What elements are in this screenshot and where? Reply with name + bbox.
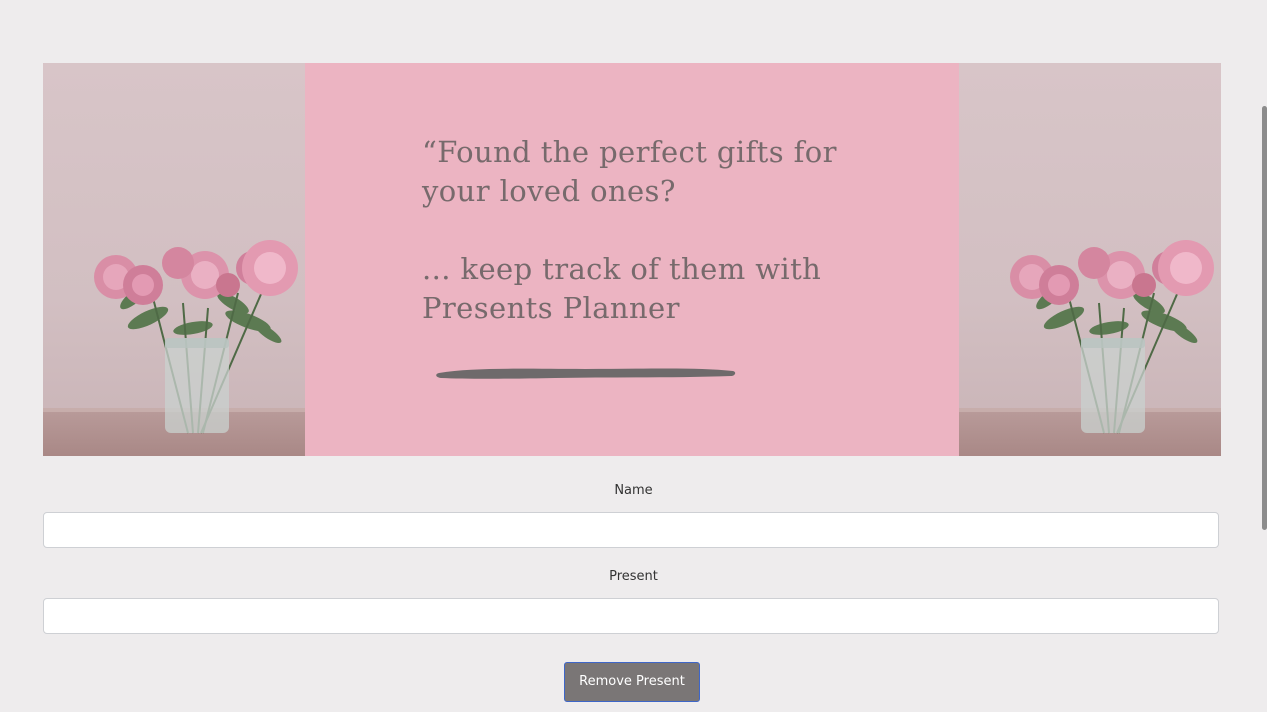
name-input[interactable]	[43, 512, 1219, 548]
right-peony-photo	[959, 63, 1221, 456]
peony-vase-image	[94, 240, 298, 434]
hero-banner: “Found the perfect gifts for your loved …	[43, 63, 1221, 456]
presents-planner-page: “Found the perfect gifts for your loved …	[0, 0, 1267, 712]
page-scrollbar[interactable]	[1262, 106, 1267, 530]
brush-stroke-divider	[436, 368, 736, 379]
present-label: Present	[609, 569, 658, 584]
name-label: Name	[614, 483, 653, 498]
left-peony-photo	[43, 63, 305, 456]
banner-quote: “Found the perfect gifts for your loved …	[422, 135, 837, 325]
quote-panel: “Found the perfect gifts for your loved …	[305, 63, 959, 456]
peony-vase-image	[1010, 240, 1214, 434]
present-input[interactable]	[43, 598, 1219, 634]
remove-present-button[interactable]: Remove Present	[564, 662, 700, 702]
